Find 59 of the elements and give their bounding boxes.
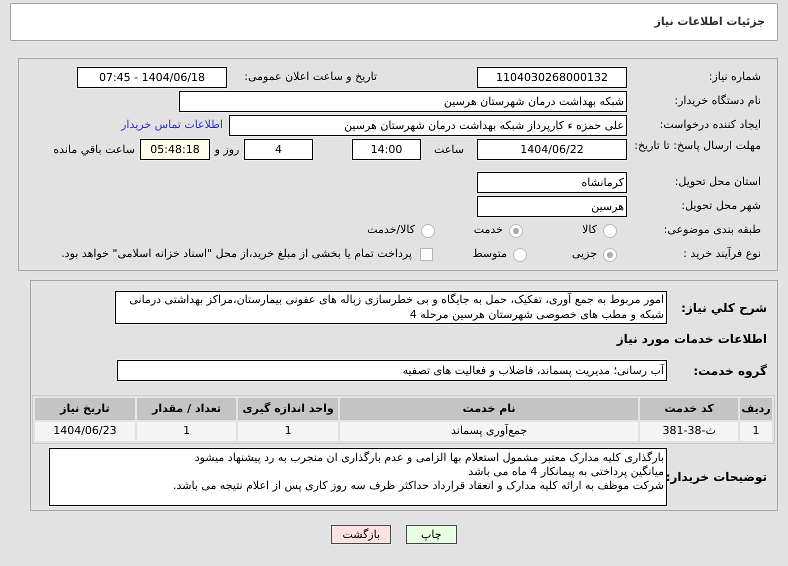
column-header: کد خدمت	[640, 398, 738, 420]
field-value: 4	[244, 139, 313, 160]
field-label: نام دستگاه خریدار:	[673, 93, 761, 110]
checkbox[interactable]	[420, 248, 433, 261]
table-cell: جمع‌آوری پسماند	[340, 422, 638, 441]
field-value: 1404/06/18 - 07:45	[77, 67, 227, 88]
field-label: ایجاد کننده درخواست:	[658, 117, 761, 134]
field-label: تاریخ و ساعت اعلان عمومی:	[243, 69, 377, 86]
table-cell: 1	[740, 422, 772, 441]
radio-label: جزیی	[572, 246, 597, 262]
field-label: گروه خدمت:	[692, 362, 767, 380]
contact-link[interactable]: اطلاعات تماس خریدار	[121, 117, 223, 134]
field-label: ساعت باقي مانده	[53, 142, 135, 158]
radio-label: کالا/خدمت	[367, 222, 415, 238]
table-cell: 1	[238, 422, 338, 441]
column-header: نام خدمت	[340, 398, 638, 420]
notes-line: میانگین پرداختی به پیمانکار 4 ماه می باشد	[467, 465, 664, 479]
radio-button[interactable]	[603, 224, 617, 238]
field-value: 1404/06/22	[477, 139, 627, 160]
field-value: کرمانشاه	[477, 172, 627, 193]
notes-line: شرکت موظف به ارائه کلیه مدارک و انعقاد قرارداد حداکثر ظرف سه روز کاری پس از اعلام نتیجه می باشد.	[172, 479, 664, 493]
description-field: امور مربوط به جمع آوری، تفکیک، حمل به جایگاه و بی خطرسازی زباله های عفونی بیمارستان،مراکز بهداشتی درمانی شبکه و مطب های خصوصی شهرستان هرسین مرحله 4	[115, 291, 667, 324]
column-header: واحد اندازه گیری	[238, 398, 338, 420]
notes-line: بارگذاری کلیه مدارک معتبر مشمول استعلام بها الزامی و عدم بارگذاری ان منجرب به رد پیشنهاد میشود	[194, 451, 664, 465]
field-label: مهلت ارسال پاسخ: تا تاریخ:	[633, 139, 761, 153]
table-cell: 1404/06/23	[35, 422, 135, 441]
field-value: آب رسانی؛ مدیریت پسماند، فاضلاب و فعالیت های تصفیه	[117, 360, 667, 381]
field-label: نوع فرآیند خرید :	[682, 246, 761, 262]
table-cell: 1	[136, 422, 236, 441]
field-value: علی حمزه ء کارپرداز شبکه بهداشت درمان شهرستان هرسین	[229, 115, 627, 136]
field-label: شرح کلي نياز:	[680, 300, 767, 316]
radio-button[interactable]	[509, 224, 523, 238]
column-header: ردیف	[740, 398, 772, 420]
field-label: طبقه بندی موضوعی:	[662, 222, 761, 238]
page-title: جزئیات اطلاعات نیاز	[654, 14, 765, 30]
countdown-field: 05:48:18	[140, 139, 210, 160]
field-label: استان محل تحویل:	[674, 174, 761, 190]
field-value: شبکه بهداشت درمان شهرستان هرسین	[179, 91, 627, 112]
field-label: روز و	[213, 142, 240, 158]
section-title: اطلاعات خدمات مورد نیاز	[615, 331, 767, 348]
radio-label: متوسط	[472, 246, 507, 262]
column-header: تعداد / مقدار	[136, 398, 236, 420]
field-value: 14:00	[352, 139, 421, 160]
radio-button[interactable]	[513, 248, 527, 262]
back-button[interactable]: بازگشت	[331, 525, 392, 544]
checkbox-label: پرداخت تمام یا بخشی از مبلغ خرید،از محل "اسناد خزانه اسلامی" خواهد بود.	[61, 246, 412, 262]
radio-button[interactable]	[603, 248, 617, 262]
print-button[interactable]: چاپ	[406, 525, 457, 544]
table-cell: ث-38-381	[640, 422, 738, 441]
field-label: شماره نیاز:	[708, 69, 761, 86]
column-header: تاریخ نیاز	[35, 398, 135, 420]
radio-label: خدمت	[474, 222, 503, 238]
field-label: ساعت	[433, 142, 465, 158]
radio-label: کالا	[582, 222, 597, 238]
field-label: توضیحات خریدار:	[667, 469, 767, 486]
field-label: شهر محل تحویل:	[680, 198, 761, 214]
field-value: 1104030268000132	[477, 67, 627, 88]
field-value: هرسین	[477, 196, 627, 217]
radio-button[interactable]	[421, 224, 435, 238]
